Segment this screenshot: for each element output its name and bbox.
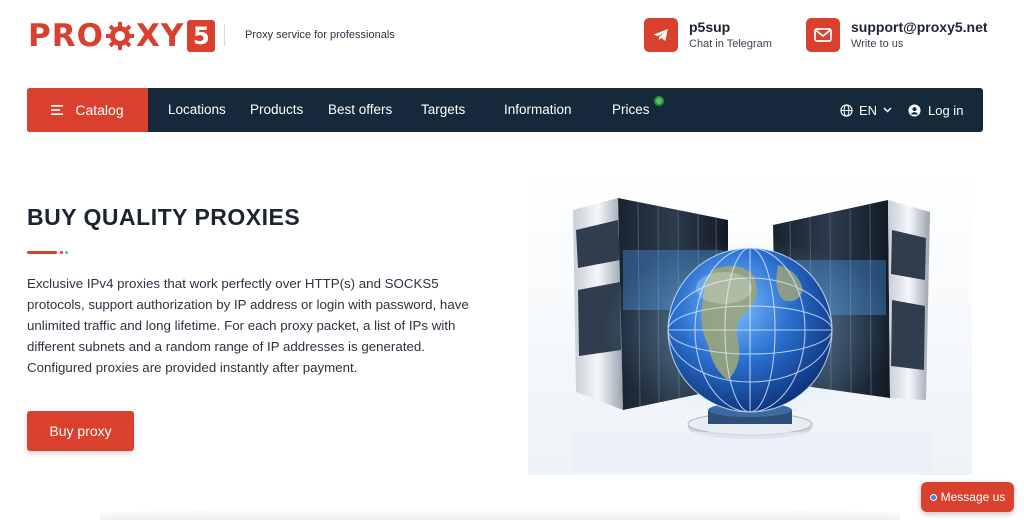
tagline-container: Proxy service for professionals [224, 24, 395, 46]
nav-item-prices[interactable]: Prices [612, 88, 650, 132]
catalog-label: Catalog [75, 102, 124, 118]
login-button[interactable]: Log in [908, 88, 963, 132]
hero-title: BUY QUALITY PROXIES [27, 204, 301, 230]
nav-item-products[interactable]: Products [250, 88, 303, 132]
tagline: Proxy service for professionals [245, 29, 395, 41]
logo-badge: 5 [187, 20, 216, 52]
nav-item-locations[interactable]: Locations [168, 88, 226, 132]
logo-text-start: PRO [28, 18, 104, 54]
accent-dot [65, 251, 68, 254]
prices-status-dot [654, 96, 664, 106]
language-label: EN [859, 102, 878, 118]
page: PRO X Y 5 Proxy service for professional… [0, 0, 1024, 520]
email-subtitle: Write to us [851, 37, 904, 50]
telegram-icon [644, 18, 678, 52]
hero-description: Exclusive IPv4 proxies that work perfect… [27, 276, 469, 375]
servers-globe-illustration [528, 170, 972, 475]
login-label: Log in [928, 102, 964, 118]
telegram-contact[interactable]: p5sup Chat in Telegram [644, 18, 772, 52]
section-shadow [100, 508, 900, 520]
online-status-dot [929, 493, 937, 501]
globe-icon [840, 103, 853, 117]
email-contact[interactable]: support@proxy5.net Write to us [806, 18, 988, 52]
logo-text-end: Y [160, 18, 185, 54]
mail-icon [806, 18, 840, 52]
email-address: support@proxy5.net [851, 18, 988, 35]
message-us-button[interactable]: Message us [921, 482, 1014, 512]
menu-icon [51, 105, 64, 115]
logo[interactable]: PRO X Y 5 [28, 18, 216, 54]
nav-item-best-offers[interactable]: Best offers [328, 88, 392, 132]
telegram-subtitle: Chat in Telegram [689, 37, 772, 50]
user-icon [908, 103, 921, 117]
gear-icon [105, 22, 134, 50]
telegram-handle: p5sup [689, 18, 731, 35]
nav-item-information[interactable]: Information [504, 88, 572, 132]
chevron-down-icon [883, 107, 892, 113]
message-us-label: Message us [940, 490, 1006, 504]
accent-dot [60, 251, 63, 254]
buy-proxy-button[interactable]: Buy proxy [27, 411, 134, 451]
catalog-button[interactable]: Catalog [27, 88, 148, 132]
language-selector[interactable]: EN [840, 88, 892, 132]
logo-text-x: X [135, 18, 161, 54]
nav-item-targets[interactable]: Targets [421, 88, 465, 132]
title-accent-line [27, 251, 57, 254]
main-nav: Catalog Locations Products Best offers T… [27, 88, 983, 132]
